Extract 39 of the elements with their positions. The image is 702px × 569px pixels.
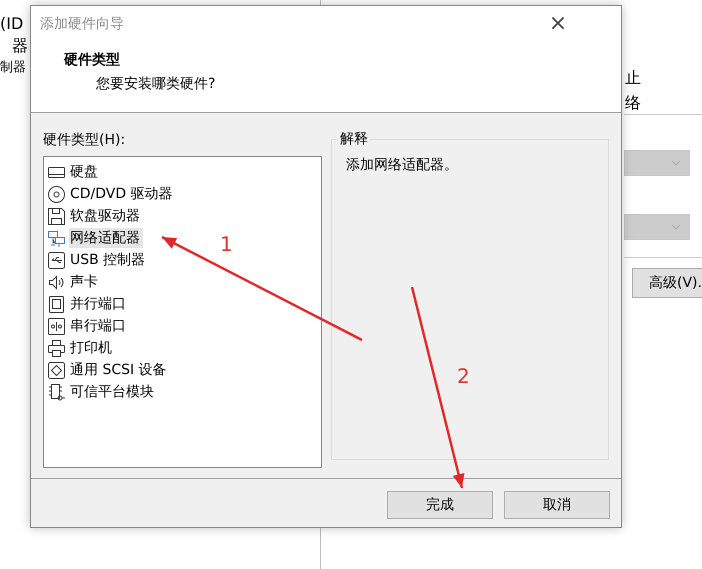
hardware-item[interactable]: USB 控制器 xyxy=(69,250,148,270)
hardware-item[interactable]: 声卡 xyxy=(69,272,101,292)
page-title: 硬件类型 xyxy=(64,51,121,69)
dialog-button[interactable]: 取消 xyxy=(504,491,610,519)
device-label: (ID xyxy=(0,14,24,34)
setting-label: 络 xyxy=(625,93,641,113)
hardware-item[interactable]: CD/DVD 驱动器 xyxy=(69,184,176,204)
advanced-button[interactable]: 高级(V). xyxy=(632,268,702,298)
chevron-icon xyxy=(671,160,681,166)
port-icon xyxy=(47,294,66,314)
setting-label: 止 xyxy=(625,68,641,88)
hardware-item[interactable]: 网络适配器 xyxy=(69,228,143,248)
page-subtitle: 您要安装哪类硬件? xyxy=(95,75,216,93)
hardware-item[interactable]: 通用 SCSI 设备 xyxy=(69,360,170,380)
list-label: 硬件类型(H): xyxy=(43,131,126,149)
device-label: 器 xyxy=(12,36,28,56)
hardware-item[interactable]: 打印机 xyxy=(69,338,115,358)
dialog-title: 添加硬件向导 xyxy=(40,14,124,32)
hardware-item[interactable]: 硬盘 xyxy=(69,162,101,182)
close-button[interactable]: × xyxy=(505,10,611,38)
printer-icon xyxy=(47,338,66,358)
chevron-icon xyxy=(671,224,681,230)
port-icon xyxy=(47,316,66,336)
group-title: 解释 xyxy=(338,131,370,147)
explanation-text: 添加网络适配器。 xyxy=(346,157,458,173)
monitors-icon xyxy=(47,228,66,248)
dialog-button[interactable]: 完成 xyxy=(387,491,493,519)
floppy-icon xyxy=(47,206,66,226)
device-label: 制器 xyxy=(0,59,26,77)
speaker-icon xyxy=(47,272,66,292)
annotation-number: 1 xyxy=(220,234,233,254)
chip-icon xyxy=(47,382,66,402)
usb-icon xyxy=(47,250,66,270)
hardware-item[interactable]: 可信平台模块 xyxy=(69,382,157,402)
hardware-item[interactable]: 串行端口 xyxy=(69,316,129,336)
disc-icon xyxy=(47,184,66,204)
hardware-item[interactable]: 并行端口 xyxy=(69,294,129,314)
hardware-item[interactable]: 软盘驱动器 xyxy=(69,206,143,226)
annotation-number: 2 xyxy=(457,366,470,386)
